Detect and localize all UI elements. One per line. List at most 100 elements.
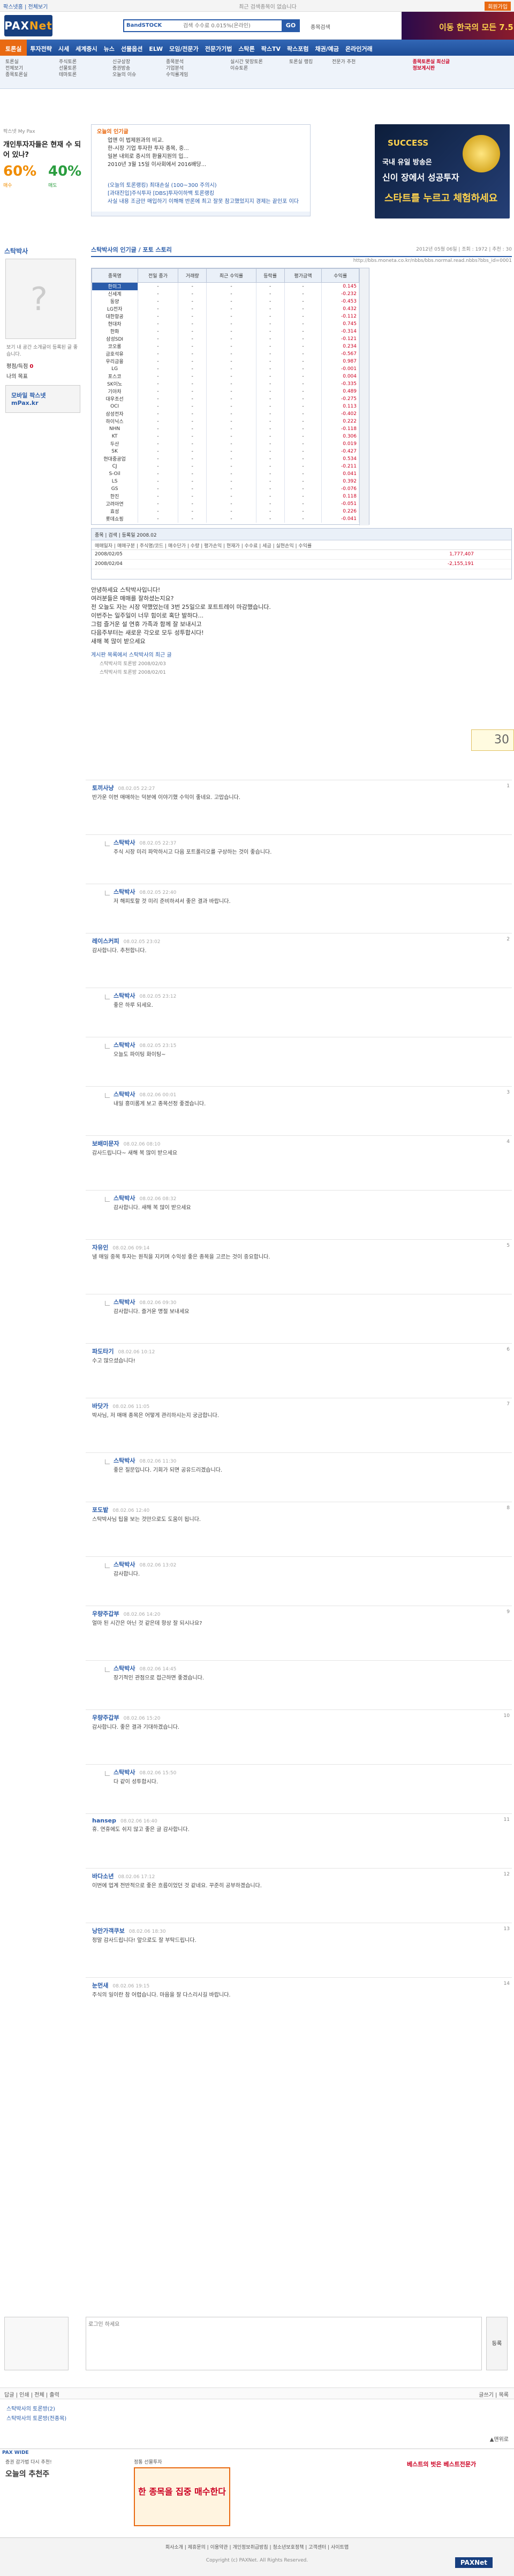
- stock-name-cell[interactable]: KT: [92, 432, 138, 440]
- nav-item-6[interactable]: ELW: [146, 41, 166, 52]
- stock-name-cell[interactable]: 한진: [92, 492, 138, 500]
- comment-submit-button[interactable]: 등록: [486, 2317, 508, 2370]
- comment-author[interactable]: 토끼사냥 08.02.05 22:27: [92, 784, 505, 792]
- stock-search-link[interactable]: 종목검색: [311, 22, 330, 31]
- comment-author[interactable]: 자유인 08.02.06 09:14: [92, 1243, 505, 1252]
- popular-item[interactable]: 일본 내외로 증시의 환율지원의 입...: [108, 153, 300, 161]
- subnav-col-2[interactable]: 주식토론 선물토론 테마토론: [59, 59, 77, 78]
- comment-author[interactable]: 파도타기 08.02.06 10:12: [92, 1347, 505, 1355]
- comment-author[interactable]: 우량주갑부 08.02.06 15:20: [92, 1713, 505, 1722]
- stock-name-cell[interactable]: 대우조선: [92, 395, 138, 403]
- stock-name-cell[interactable]: OCI: [92, 402, 138, 410]
- popular-item[interactable]: 2010년 3월 15일 이사회에서 2016배당...: [108, 161, 300, 169]
- comment-author[interactable]: 우량주갑부 08.02.06 14:20: [92, 1609, 505, 1618]
- footer-promo[interactable]: 한 종목을 집중 매수한다: [134, 2467, 230, 2526]
- footer-ad-title[interactable]: 베스트의 벗은 베스트전문가: [407, 2460, 476, 2468]
- ranking-item[interactable]: (오늘의 토론랭킹) 최대손실 (100~300 주의시): [108, 182, 300, 190]
- comment-author[interactable]: 스탁박사 08.02.05 22:40: [114, 887, 505, 896]
- stock-name-cell[interactable]: 현대중공업: [92, 455, 138, 463]
- comment-author[interactable]: 스탁박사 08.02.06 13:02: [114, 1560, 505, 1569]
- comment-author[interactable]: 보배미문자 08.02.06 08:10: [92, 1139, 505, 1148]
- footer-ad-col-3[interactable]: 정통 선물투자: [134, 2459, 162, 2466]
- nav-item-1[interactable]: 투자전략: [27, 40, 55, 53]
- comment-author[interactable]: 눈먼새 08.02.06 19:15: [92, 1981, 505, 1990]
- nav-item-11[interactable]: 팍스포럼: [284, 40, 312, 53]
- popular-item[interactable]: 한-시장 기업 투자한 투자 종목, 중...: [108, 145, 300, 153]
- post-url[interactable]: http://bbs.moneta.co.kr/nbbs/bbs.normal.…: [91, 257, 512, 265]
- comment-author[interactable]: 스탁박사 08.02.05 23:12: [114, 991, 505, 1000]
- subnav-col-7[interactable]: 전문가 추천: [332, 59, 356, 65]
- comment-author[interactable]: 스탁박사 08.02.05 23:15: [114, 1041, 505, 1049]
- stock-name-cell[interactable]: 대한항공: [92, 312, 138, 320]
- stock-name-cell[interactable]: 효성: [92, 507, 138, 515]
- nav-item-7[interactable]: 모임/전문가: [166, 40, 202, 53]
- stock-name-cell[interactable]: S-Oil: [92, 470, 138, 478]
- stock-name-cell[interactable]: 코오롱: [92, 342, 138, 350]
- comment-author[interactable]: 스탁박사 08.02.05 22:37: [114, 838, 505, 847]
- comment-author[interactable]: 스탁박사 08.02.06 00:01: [114, 1090, 505, 1098]
- nav-item-4[interactable]: 뉴스: [101, 40, 118, 53]
- recent-post-link[interactable]: 스탁박사의 토론방 2008/02/01: [91, 668, 512, 677]
- subnav-col-5[interactable]: 실시간 맞장토론 이슈토론: [230, 59, 263, 72]
- search-input[interactable]: [183, 21, 279, 30]
- stock-name-cell[interactable]: 한미그: [92, 282, 138, 290]
- nav-item-9[interactable]: 스탁론: [235, 40, 258, 53]
- transactions-filter[interactable]: 종목 | 검색 | 등록일 2008.02: [92, 529, 511, 540]
- nav-item-13[interactable]: 온라인거래: [342, 40, 376, 53]
- comment-author[interactable]: 바닷가 08.02.06 11:05: [92, 1402, 505, 1410]
- popular-item[interactable]: 업앤 이 법제원과의 비교.: [108, 137, 300, 145]
- nav-item-5[interactable]: 선물옵션: [118, 40, 146, 53]
- stock-name-cell[interactable]: 기아차: [92, 387, 138, 395]
- subnav-col-3[interactable]: 신규상장 증권방송 오늘의 이슈: [112, 59, 136, 78]
- stock-name-cell[interactable]: 동양: [92, 297, 138, 305]
- stock-name-cell[interactable]: 롯데쇼핑: [92, 515, 138, 523]
- stock-name-cell[interactable]: 포스코: [92, 372, 138, 380]
- related-link[interactable]: 스탁박사의 토론방(2): [6, 2405, 66, 2414]
- subnav-col-6[interactable]: 토론실 랭킹: [289, 59, 313, 65]
- stock-name-cell[interactable]: SK: [92, 447, 138, 455]
- header-banner[interactable]: 이동 한국의 모든 7.5: [402, 12, 514, 40]
- comment-author[interactable]: 레이스커피 08.02.05 23:02: [92, 937, 505, 945]
- author-goal[interactable]: 나의 목표: [0, 371, 86, 381]
- stock-name-cell[interactable]: SK이노: [92, 380, 138, 388]
- subnav-highlight[interactable]: 종목토론실 최신글 정보게시판: [413, 59, 450, 72]
- recent-post-link[interactable]: 스탁박사의 토론방 2008/02/03: [91, 660, 512, 668]
- footer-nav[interactable]: 회사소개 | 제휴문의 | 이용약관 | 개인정보취급방침 | 청소년보호정책 …: [0, 2538, 514, 2550]
- stock-name-cell[interactable]: 우리금융: [92, 357, 138, 365]
- stock-name-cell[interactable]: 금호석유: [92, 350, 138, 358]
- stock-name-cell[interactable]: 삼성전자: [92, 410, 138, 418]
- comment-author[interactable]: hansep 08.02.06 16:40: [92, 1817, 505, 1824]
- ranking-item[interactable]: 사실 내용 조금만 매입하기 이해해 반론에 최고 잘못 참고했었지지 경제는 …: [108, 198, 300, 206]
- home-link[interactable]: 팍스넷홈 | 전체보기: [3, 2, 48, 10]
- paxnet-logo[interactable]: PAXNet: [4, 15, 52, 36]
- popular-tab[interactable]: 오늘의 인기글: [97, 127, 128, 135]
- subnav-col-1[interactable]: 토론실 전체보기 종목토론실: [5, 59, 27, 78]
- nav-item-0[interactable]: 토론실: [0, 40, 27, 56]
- right-banner-ad[interactable]: SUCCESS 국내 유일 방송은 신이 장에서 성공투자 스타트를 누르고 체…: [375, 124, 510, 219]
- footer-ad-col-1[interactable]: 증권 감가법 다시 추천!: [5, 2459, 52, 2466]
- stock-name-cell[interactable]: 신세계: [92, 290, 138, 298]
- comment-author[interactable]: 포도밭 08.02.06 12:40: [92, 1505, 505, 1514]
- stock-name-cell[interactable]: 삼성SDI: [92, 335, 138, 343]
- nav-item-2[interactable]: 시세: [55, 40, 72, 53]
- stock-name-cell[interactable]: GS: [92, 485, 138, 493]
- back-to-top-button[interactable]: ▲맨위로: [490, 2435, 509, 2443]
- comment-author[interactable]: 스탁박사 08.02.06 15:50: [114, 1768, 505, 1776]
- footer-ad-col-2[interactable]: 오늘의 추천주: [5, 2470, 49, 2478]
- nav-item-3[interactable]: 세계증시: [72, 40, 100, 53]
- ranking-item[interactable]: [과대진입]주식투자 [DBS]투자이하백 토론랭킹: [108, 190, 300, 198]
- signup-button[interactable]: 회원가입: [485, 2, 511, 11]
- nav-item-8[interactable]: 전문가기법: [202, 40, 236, 53]
- nav-item-12[interactable]: 채권/예금: [312, 40, 343, 53]
- table-scrollbar[interactable]: [359, 268, 369, 525]
- stock-name-cell[interactable]: 현대차: [92, 320, 138, 328]
- action-links[interactable]: 답글 | 인쇄 | 전체 | 출력: [4, 2392, 59, 2398]
- subnav-col-4[interactable]: 종목분석 기업분석 수익률게임: [166, 59, 188, 78]
- comment-author[interactable]: 스탁박사 08.02.06 14:45: [114, 1664, 505, 1673]
- stock-name-cell[interactable]: 고려아연: [92, 500, 138, 508]
- nav-item-10[interactable]: 팍스TV: [258, 40, 284, 53]
- stock-name-cell[interactable]: CJ: [92, 462, 138, 470]
- stock-name-cell[interactable]: 하이닉스: [92, 417, 138, 425]
- comment-author[interactable]: 스탁박사 08.02.06 11:30: [114, 1456, 505, 1465]
- stock-name-cell[interactable]: 두산: [92, 440, 138, 448]
